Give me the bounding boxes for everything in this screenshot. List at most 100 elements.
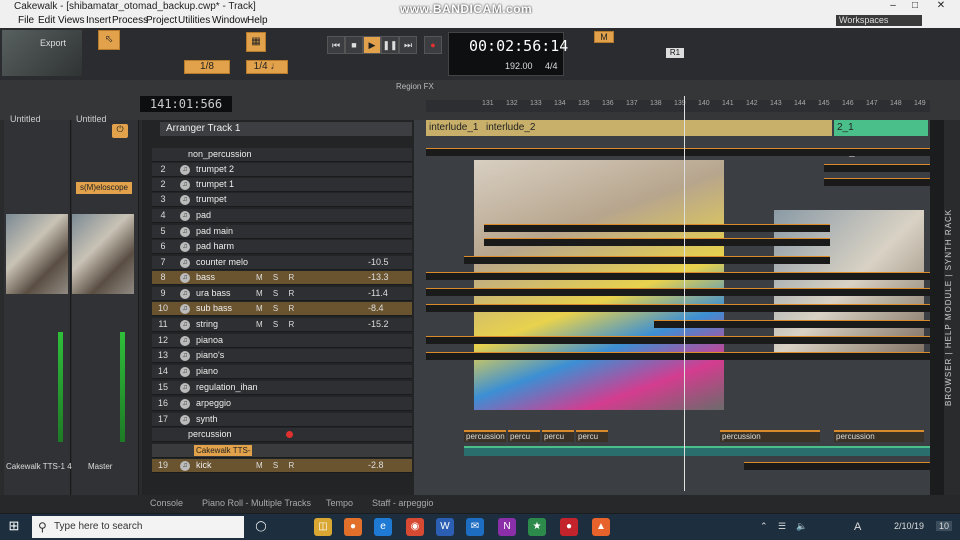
stop-button[interactable]: ■ xyxy=(345,36,363,54)
tab-tempo[interactable]: Tempo xyxy=(326,498,353,508)
playhead[interactable] xyxy=(684,96,685,491)
fast-forward-button[interactable]: ⏭ xyxy=(399,36,417,54)
tray-chevron-icon[interactable]: ⌃ xyxy=(760,521,768,532)
percussion-clip[interactable]: percu xyxy=(508,430,540,442)
menu-edit[interactable]: Edit xyxy=(38,15,55,26)
track-row[interactable]: 15 ♫ regulation_ihan xyxy=(152,381,412,395)
track-name[interactable]: string xyxy=(196,319,218,329)
arranger-section[interactable]: interlude_1 interlude_2 xyxy=(426,120,832,136)
menu-help[interactable]: Help xyxy=(247,15,268,26)
track-row[interactable]: 3 ♫ trumpet xyxy=(152,193,412,207)
menu-window[interactable]: Window xyxy=(212,15,248,26)
track-name[interactable]: regulation_ihan xyxy=(196,382,258,392)
track-row[interactable]: 4 ♫ pad xyxy=(152,209,412,223)
tempo-readout[interactable]: 192.00 xyxy=(505,61,533,71)
timeline-ruler[interactable]: 131 132 133 134 135 136 137 138 139 140 … xyxy=(426,100,930,112)
browser-rack-strip[interactable]: BROWSER | HELP MODULE | SYNTH RACK xyxy=(944,120,960,495)
cakewalk-icon[interactable]: ▲ xyxy=(592,518,610,536)
track-row[interactable]: 11 ♫ string M S R -15.2 xyxy=(152,318,412,332)
chrome-icon[interactable]: ◉ xyxy=(406,518,424,536)
track-row[interactable]: 7 ♫ counter melo -10.5 xyxy=(152,256,412,270)
track-row[interactable]: 2 ♫ trumpet 1 xyxy=(152,178,412,192)
pause-button[interactable]: ❚❚ xyxy=(381,36,399,54)
track-name[interactable]: trumpet 2 xyxy=(196,164,234,174)
edge-icon[interactable]: e xyxy=(374,518,392,536)
track-name[interactable]: trumpet 1 xyxy=(196,179,234,189)
track-name[interactable]: piano xyxy=(196,366,218,376)
meter-readout[interactable]: 4/4 xyxy=(545,61,558,71)
track-row[interactable]: Cakewalk TTS-1 xyxy=(152,444,412,466)
menu-utilities[interactable]: Utilities xyxy=(178,15,210,26)
ime-icon[interactable]: A xyxy=(854,521,861,533)
midi-clip[interactable] xyxy=(426,272,930,280)
track-row[interactable]: 17 ♫ synth xyxy=(152,413,412,427)
track-name[interactable]: non_percussion xyxy=(188,149,252,159)
tab-console[interactable]: Console xyxy=(150,498,183,508)
track-mute-solo-buttons[interactable]: M S R xyxy=(256,304,298,313)
track-volume[interactable]: -8.4 xyxy=(368,303,384,313)
start-button[interactable]: ⊞ xyxy=(4,518,24,536)
clips-pane[interactable]: interlude_1 interlude_2 2_1 non_percussi… xyxy=(414,120,930,495)
percussion-clip[interactable]: percussion xyxy=(720,430,820,442)
track-mute-solo-buttons[interactable]: M S R xyxy=(256,289,298,298)
track-mute-solo-buttons[interactable]: M S R xyxy=(256,273,298,282)
notification-count[interactable]: 10 xyxy=(936,521,953,531)
track-volume[interactable]: -15.2 xyxy=(368,319,389,329)
word-icon[interactable]: W xyxy=(436,518,454,536)
midi-clip[interactable] xyxy=(484,224,830,232)
strip-output-label[interactable]: Cakewalk TTS-1 4 xyxy=(6,462,72,471)
firefox-icon[interactable]: ● xyxy=(344,518,362,536)
track-volume[interactable]: -11.4 xyxy=(368,288,388,298)
master-label[interactable]: Master xyxy=(88,462,112,471)
menu-project[interactable]: Project xyxy=(146,15,177,26)
track-row[interactable]: 5 ♫ pad main xyxy=(152,225,412,239)
midi-clip[interactable] xyxy=(426,352,930,360)
rack-tabs[interactable]: BROWSER | HELP MODULE | SYNTH RACK xyxy=(944,120,960,495)
clock-date[interactable]: 2/10/19 xyxy=(894,521,924,531)
track-name[interactable]: arpeggio xyxy=(196,398,231,408)
tab-staff[interactable]: Staff - arpeggio xyxy=(372,498,433,508)
midi-clip[interactable] xyxy=(744,462,930,470)
app-icon[interactable]: ★ xyxy=(528,518,546,536)
minimize-icon[interactable]: – xyxy=(882,0,904,11)
arranger-section[interactable]: 2_1 xyxy=(834,120,928,136)
track-volume[interactable]: -13.3 xyxy=(368,272,389,282)
track-mute-solo-buttons[interactable]: M S R xyxy=(256,461,298,470)
track-name[interactable]: pad xyxy=(196,210,211,220)
percussion-clip[interactable]: percussion xyxy=(834,430,924,442)
menu-process[interactable]: Process xyxy=(112,15,148,26)
track-volume[interactable]: -10.5 xyxy=(368,257,389,267)
smart-tool-button[interactable]: ⬁ xyxy=(98,30,120,50)
track-row[interactable]: percussion xyxy=(152,428,412,442)
workspaces-dropdown[interactable]: Workspaces xyxy=(836,15,922,26)
track-name[interactable]: bass xyxy=(196,272,215,282)
percussion-clip[interactable]: percu xyxy=(576,430,608,442)
bandicam-icon[interactable]: ● xyxy=(560,518,578,536)
maximize-icon[interactable]: □ xyxy=(904,0,926,11)
track-name[interactable]: pad harm xyxy=(196,241,234,251)
menu-file[interactable]: File xyxy=(18,15,34,26)
record-arm-icon[interactable] xyxy=(286,431,293,438)
midi-clip[interactable] xyxy=(484,238,830,246)
track-row[interactable]: non_percussion xyxy=(152,148,412,162)
record-button[interactable]: ● xyxy=(424,36,442,54)
midi-clip[interactable] xyxy=(654,320,930,328)
menu-views[interactable]: Views xyxy=(58,15,85,26)
track-row[interactable]: 13 ♫ piano's xyxy=(152,349,412,363)
midi-clip[interactable] xyxy=(426,336,930,344)
track-name[interactable]: counter melo xyxy=(196,257,248,267)
track-name[interactable]: piano's xyxy=(196,350,224,360)
snap-grid-button[interactable]: ▦ xyxy=(246,32,266,52)
file-explorer-icon[interactable]: ◫ xyxy=(314,518,332,536)
track-name[interactable]: percussion xyxy=(188,429,232,439)
metronome-toggle[interactable]: M xyxy=(594,31,614,43)
track-mute-solo-buttons[interactable]: M S R xyxy=(256,320,298,329)
midi-clip[interactable] xyxy=(824,164,930,172)
close-icon[interactable]: ✕ xyxy=(930,0,952,11)
task-view-icon[interactable]: ◯ xyxy=(252,518,270,536)
snap-resolution[interactable]: 1/8 xyxy=(184,60,230,74)
track-row[interactable]: 14 ♫ piano xyxy=(152,365,412,379)
midi-clip[interactable] xyxy=(426,304,930,312)
onenote-icon[interactable]: N xyxy=(498,518,516,536)
track-name[interactable]: pianoa xyxy=(196,335,223,345)
